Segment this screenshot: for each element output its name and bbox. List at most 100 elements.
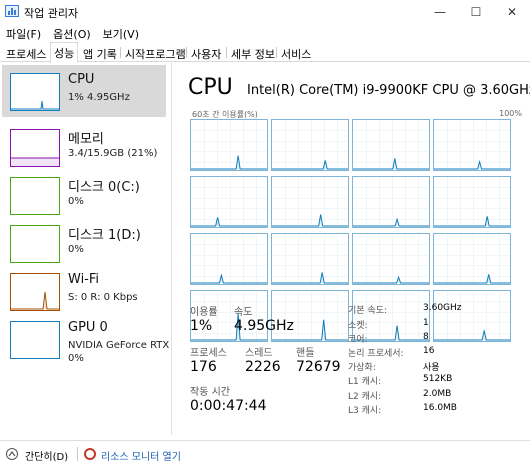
fewer-details-link[interactable]: 간단히(D): [25, 448, 68, 463]
spec-value: 16.0MB: [423, 403, 457, 413]
menu-bar: 파일(F) 옵션(O) 보기(V): [0, 24, 530, 42]
chevron-up-icon[interactable]: [6, 448, 18, 460]
memory-graph-icon: [10, 129, 60, 167]
task-manager-icon: [5, 5, 19, 17]
usage-label: 이용률: [190, 307, 218, 318]
graph-max-label: 100%: [499, 109, 522, 118]
logical-processor-graph: [190, 176, 268, 228]
tab-startup[interactable]: 시작프로그램: [122, 44, 189, 62]
handles-label: 핸들: [296, 348, 315, 359]
logical-processor-graph: [271, 290, 349, 342]
resource-sidebar: CPU 1% 4.95GHz 메모리 3.4/15.9GB (21%) 디스크 …: [0, 63, 172, 435]
sidebar-item-label: 디스크 0(C:): [68, 180, 140, 195]
spec-label: 가상화:: [348, 363, 376, 373]
disk-graph-icon: [10, 177, 60, 215]
tab-app-history[interactable]: 앱 기록: [80, 44, 120, 62]
spec-value: 2.0MB: [423, 389, 452, 399]
logical-processor-graph: [190, 119, 268, 171]
uptime-value: 0:00:47:44: [190, 398, 267, 414]
spec-label: L3 캐시:: [348, 406, 382, 416]
sidebar-item-detail: S: 0 R: 0 Kbps: [68, 292, 138, 303]
sidebar-item-label: 메모리: [68, 132, 104, 147]
spec-value: 3.60GHz: [423, 303, 462, 313]
handles-value: 72679: [296, 359, 341, 375]
uptime-label: 작동 시간: [190, 387, 230, 398]
menu-file[interactable]: 파일(F): [0, 24, 47, 42]
sidebar-item-label: CPU: [68, 72, 95, 87]
sidebar-item-detail: NVIDIA GeForce RTX 20: [68, 340, 171, 351]
logical-processor-graph: [271, 233, 349, 285]
footer-divider: [77, 447, 78, 461]
sidebar-item-cpu[interactable]: CPU 1% 4.95GHz: [2, 65, 166, 117]
footer-bar: 간단히(D) 리소스 모니터 열기: [0, 440, 530, 472]
menu-options[interactable]: 옵션(O): [47, 24, 96, 42]
speed-value: 4.95GHz: [234, 318, 294, 334]
sidebar-item-disk-1[interactable]: 디스크 1(D:) 0%: [2, 217, 166, 269]
threads-value: 2226: [245, 359, 281, 375]
cpu-graph-icon: [10, 73, 60, 111]
logical-processor-graph: [433, 119, 511, 171]
title-bar: 작업 관리자 — ☐ ✕: [0, 0, 530, 24]
threads-label: 스레드: [245, 348, 273, 359]
speed-label: 속도: [234, 307, 253, 318]
spec-value: 1: [423, 318, 429, 328]
tab-divider: [276, 47, 277, 58]
sidebar-item-detail: 0%: [68, 353, 84, 364]
tab-performance[interactable]: 성능: [50, 42, 79, 63]
logical-processor-graph: [352, 176, 430, 228]
cpu-detail-panel: CPU Intel(R) Core(TM) i9-9900KF CPU @ 3.…: [172, 63, 530, 435]
spec-value: 사용: [423, 363, 440, 373]
spec-value: 8: [423, 332, 429, 342]
usage-value: 1%: [190, 318, 213, 334]
logical-processor-graph: [271, 119, 349, 171]
sidebar-item-detail: 0%: [68, 196, 84, 207]
logical-processor-graph: [433, 290, 511, 342]
gpu-graph-icon: [10, 321, 60, 359]
tab-divider: [226, 47, 227, 58]
spec-label: L2 캐시:: [348, 392, 382, 402]
sidebar-item-label: GPU 0: [68, 320, 108, 335]
spec-value: 16: [423, 346, 435, 356]
logical-processor-graph: [271, 176, 349, 228]
sidebar-item-label: 디스크 1(D:): [68, 228, 141, 243]
tab-processes[interactable]: 프로세스: [3, 44, 49, 62]
spec-label: 기본 속도:: [348, 306, 388, 316]
close-button[interactable]: ✕: [494, 0, 530, 24]
minimize-button[interactable]: —: [422, 0, 458, 24]
maximize-button[interactable]: ☐: [458, 0, 494, 24]
sidebar-item-detail: 3.4/15.9GB (21%): [68, 148, 158, 159]
window-title: 작업 관리자: [24, 7, 79, 20]
logical-processor-graph: [433, 233, 511, 285]
spec-label: 소켓:: [348, 321, 368, 331]
tab-divider: [186, 47, 187, 58]
processes-value: 176: [190, 359, 217, 375]
sidebar-item-wifi[interactable]: Wi-Fi S: 0 R: 0 Kbps: [2, 265, 166, 317]
sidebar-item-memory[interactable]: 메모리 3.4/15.9GB (21%): [2, 121, 166, 173]
tab-services[interactable]: 서비스: [278, 44, 314, 62]
tab-details[interactable]: 세부 정보: [228, 44, 278, 62]
resource-monitor-icon: [84, 448, 96, 460]
disk-graph-icon: [10, 225, 60, 263]
page-title: CPU: [188, 75, 233, 100]
sidebar-item-label: Wi-Fi: [68, 272, 100, 287]
spec-value: 512KB: [423, 374, 453, 384]
sidebar-item-gpu[interactable]: GPU 0 NVIDIA GeForce RTX 20 0%: [2, 313, 171, 365]
spec-label: L1 캐시:: [348, 377, 382, 387]
cpu-model-name: Intel(R) Core(TM) i9-9900KF CPU @ 3.60GH…: [247, 83, 530, 98]
resource-monitor-link[interactable]: 리소스 모니터 열기: [101, 448, 181, 463]
menu-view[interactable]: 보기(V): [97, 24, 145, 42]
sidebar-item-detail: 0%: [68, 244, 84, 255]
sidebar-item-disk-0[interactable]: 디스크 0(C:) 0%: [2, 169, 166, 221]
logical-processor-graph: [190, 233, 268, 285]
spec-label: 논리 프로세서:: [348, 349, 404, 359]
tab-bar: 프로세스 성능 앱 기록 시작프로그램 사용자 세부 정보 서비스: [0, 42, 530, 63]
tab-users[interactable]: 사용자: [188, 44, 224, 62]
logical-processor-graph: [352, 233, 430, 285]
processes-label: 프로세스: [190, 348, 227, 359]
tab-divider: [120, 47, 121, 58]
wifi-graph-icon: [10, 273, 60, 311]
logical-processor-graph: [433, 176, 511, 228]
sidebar-item-detail: 1% 4.95GHz: [68, 92, 130, 103]
logical-processor-graph: [352, 119, 430, 171]
spec-label: 코어:: [348, 335, 368, 345]
